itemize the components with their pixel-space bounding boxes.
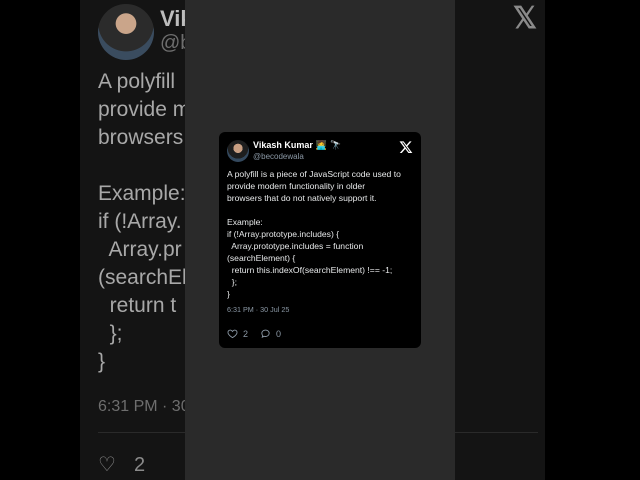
reply-count: 0	[276, 328, 282, 339]
left-black-bar	[0, 0, 80, 480]
right-black-bar	[545, 0, 640, 480]
background-heart-icon: ♡	[98, 454, 116, 476]
like-button[interactable]: 2	[227, 328, 248, 339]
background-timestamp: 6:31 PM · 30	[98, 398, 190, 415]
tweet-card[interactable]: Vikash Kumar 🧑‍💻 🔭 @becodewala A polyfil…	[219, 132, 421, 348]
heart-icon	[227, 329, 238, 339]
background-x-logo-icon: 𝕏	[512, 2, 538, 35]
background-avatar	[98, 4, 154, 60]
x-logo-icon[interactable]	[399, 140, 413, 154]
tweet-timestamp[interactable]: 6:31 PM · 30 Jul 25	[227, 305, 289, 314]
telescope-emoji-icon: 🔭	[330, 139, 342, 150]
like-count: 2	[243, 328, 249, 339]
background-actions: ♡ 2	[98, 452, 145, 477]
background-like-count: 2	[133, 454, 146, 476]
author-handle[interactable]: @becodewala	[253, 152, 304, 161]
reply-button[interactable]: 0	[260, 328, 281, 339]
author-name[interactable]: Vikash Kumar	[253, 140, 313, 150]
tweet-body: A polyfill is a piece of JavaScript code…	[227, 169, 401, 299]
author-row: Vikash Kumar 🧑‍💻 🔭	[253, 140, 341, 150]
tweet-actions: 2 0	[227, 328, 281, 339]
reply-icon	[261, 329, 270, 339]
technologist-emoji-icon: 🧑‍💻	[315, 139, 328, 150]
avatar[interactable]	[227, 140, 249, 162]
